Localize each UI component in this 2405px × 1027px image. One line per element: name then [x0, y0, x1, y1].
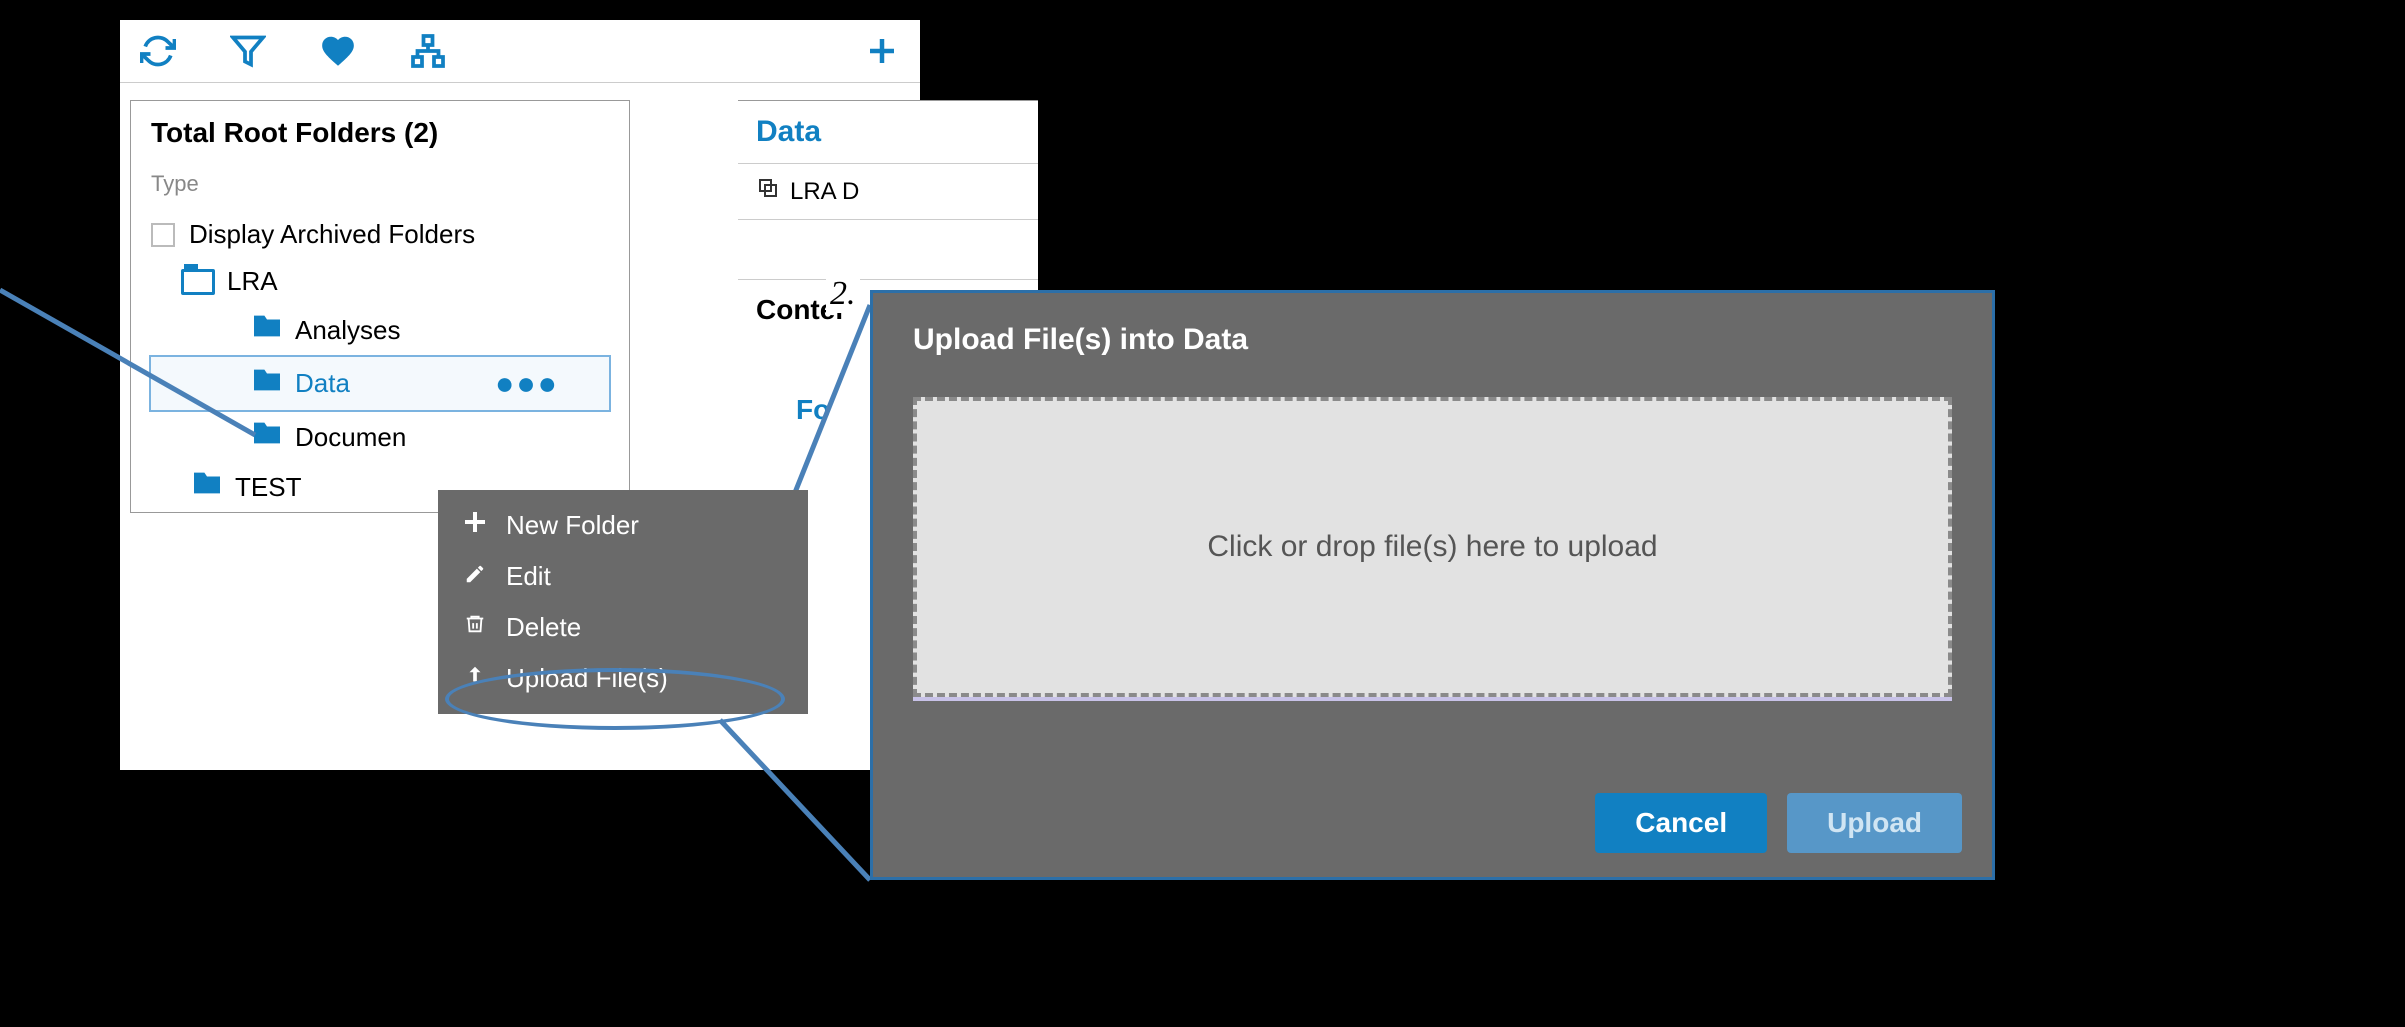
cancel-button[interactable]: Cancel [1595, 793, 1767, 853]
upload-dialog: Upload File(s) into Data Click or drop f… [870, 290, 1995, 880]
drop-zone-text: Click or drop file(s) here to upload [1207, 530, 1657, 564]
pencil-icon [462, 561, 488, 592]
menu-label: New Folder [506, 510, 639, 541]
plus-icon [462, 510, 488, 541]
drop-underline [913, 697, 1952, 701]
upload-button[interactable]: Upload [1787, 793, 1962, 853]
drop-zone[interactable]: Click or drop file(s) here to upload [913, 397, 1952, 697]
menu-label: Delete [506, 612, 581, 643]
connector-line-2 [0, 0, 1000, 900]
trash-icon [462, 612, 488, 643]
menu-edit[interactable]: Edit [438, 551, 808, 602]
dialog-buttons: Cancel Upload [1595, 793, 1962, 853]
dialog-title: Upload File(s) into Data [873, 293, 1992, 377]
menu-label: Edit [506, 561, 551, 592]
callout-oval [445, 668, 785, 730]
menu-new-folder[interactable]: New Folder [438, 500, 808, 551]
menu-delete[interactable]: Delete [438, 602, 808, 653]
